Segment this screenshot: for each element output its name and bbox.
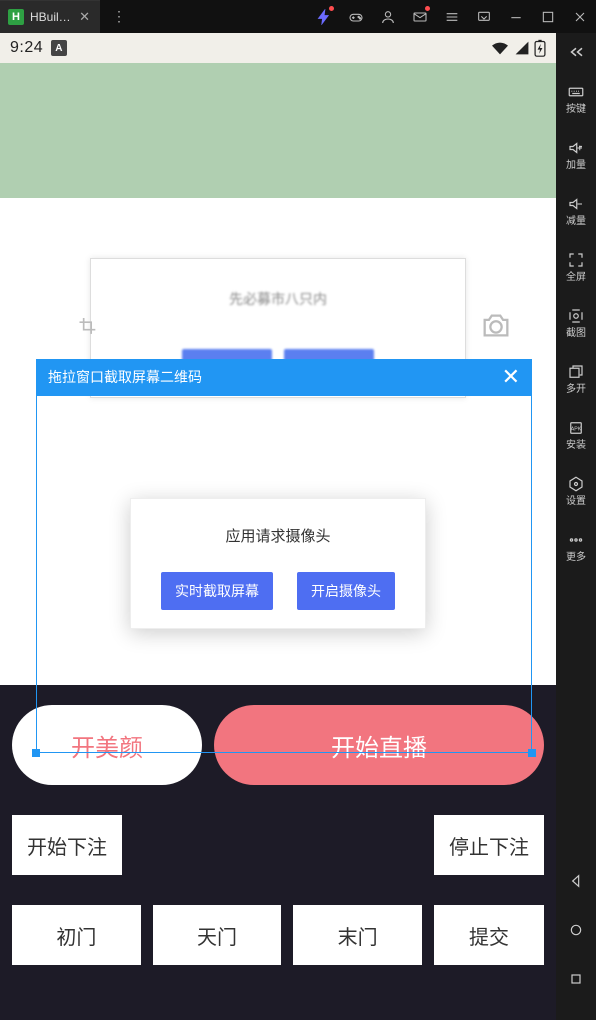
- bolt-icon[interactable]: [308, 0, 340, 33]
- sidepanel-settings[interactable]: 设置: [566, 466, 586, 516]
- list-icon[interactable]: [436, 0, 468, 33]
- android-status-bar: 9:24 A: [0, 33, 556, 63]
- capture-screen-label: 实时截取屏幕: [175, 583, 259, 599]
- device-screen: 9:24 A 先必募市八只内: [0, 33, 556, 1020]
- android-recents-icon[interactable]: [568, 971, 584, 990]
- gate-1-button[interactable]: 初门: [12, 905, 141, 965]
- qr-capture-close-icon[interactable]: ✕: [502, 366, 520, 388]
- bg-card-title: 先必募市八只内: [229, 289, 327, 309]
- sidepanel-label: 加量: [566, 161, 586, 171]
- sidepanel-label: 设置: [566, 497, 586, 507]
- qr-capture-titlebar[interactable]: 拖拉窗口截取屏幕二维码 ✕: [36, 359, 532, 395]
- user-icon[interactable]: [372, 0, 404, 33]
- sidepanel-keymap[interactable]: 按键: [566, 74, 586, 124]
- camera-outline-icon: [479, 309, 513, 348]
- gate-2-label: 天门: [197, 921, 237, 950]
- gate-row: 初门 天门 末门 提交: [12, 905, 544, 965]
- window-tab[interactable]: H HBuil… ✕: [0, 0, 100, 33]
- close-tab-icon[interactable]: ✕: [79, 9, 90, 25]
- emulator-titlebar: H HBuil… ✕ ⋮: [0, 0, 596, 33]
- stop-bet-button[interactable]: 停止下注: [434, 815, 544, 875]
- sidepanel-label: 截图: [566, 329, 586, 339]
- camera-permission-dialog: 应用请求摄像头 实时截取屏幕 开启摄像头: [130, 498, 426, 629]
- dialog-message: 应用请求摄像头: [225, 525, 330, 546]
- sidepanel-volume-up[interactable]: 加量: [566, 130, 586, 180]
- svg-text:APK: APK: [571, 426, 582, 432]
- camera-preview-placeholder: [0, 63, 556, 198]
- gate-2-button[interactable]: 天门: [153, 905, 282, 965]
- resize-handle-br[interactable]: [528, 749, 536, 757]
- sidepanel-multi-instance[interactable]: 多开: [566, 354, 586, 404]
- battery-icon: [534, 39, 546, 57]
- sidepanel-label: 减量: [566, 217, 586, 227]
- start-bet-button[interactable]: 开始下注: [12, 815, 122, 875]
- sidepanel-label: 多开: [566, 385, 586, 395]
- kebab-menu-icon[interactable]: ⋮: [100, 8, 138, 25]
- stop-bet-label: 停止下注: [449, 831, 529, 860]
- android-back-icon[interactable]: [568, 873, 584, 892]
- collapse-panel-icon[interactable]: [567, 45, 585, 62]
- gamepad-icon[interactable]: [340, 0, 372, 33]
- sidepanel-volume-down[interactable]: 减量: [566, 186, 586, 236]
- android-home-icon[interactable]: [568, 922, 584, 941]
- maximize-icon[interactable]: [532, 0, 564, 33]
- bet-row: 开始下注 停止下注: [12, 815, 544, 875]
- status-time: 9:24: [10, 39, 43, 57]
- submit-button[interactable]: 提交: [434, 905, 544, 965]
- capture-screen-button[interactable]: 实时截取屏幕: [161, 572, 273, 610]
- submit-label: 提交: [469, 921, 509, 950]
- hbuilder-icon: H: [8, 9, 24, 25]
- cast-icon[interactable]: [468, 0, 500, 33]
- tab-title: HBuil…: [30, 10, 73, 24]
- qr-capture-title: 拖拉窗口截取屏幕二维码: [48, 367, 202, 387]
- close-window-icon[interactable]: [564, 0, 596, 33]
- minimize-icon[interactable]: [500, 0, 532, 33]
- crop-left-icon: [77, 316, 97, 341]
- status-indicator-a: A: [51, 40, 67, 56]
- sidepanel-label: 更多: [566, 553, 586, 563]
- sidepanel-label: 全屏: [566, 273, 586, 283]
- resize-handle-bl[interactable]: [32, 749, 40, 757]
- open-camera-button[interactable]: 开启摄像头: [297, 572, 395, 610]
- wifi-icon: [490, 40, 510, 56]
- sidepanel-label: 按键: [566, 105, 586, 115]
- mail-icon[interactable]: [404, 0, 436, 33]
- signal-icon: [514, 40, 530, 56]
- emulator-sidepanel: 按键 加量 减量 全屏 截图 多开 APK 安装 设置 更多: [556, 33, 596, 1020]
- sidepanel-screenshot[interactable]: 截图: [566, 298, 586, 348]
- start-bet-label: 开始下注: [27, 831, 107, 860]
- gate-1-label: 初门: [56, 921, 96, 950]
- sidepanel-install-apk[interactable]: APK 安装: [566, 410, 586, 460]
- sidepanel-fullscreen[interactable]: 全屏: [566, 242, 586, 292]
- open-camera-label: 开启摄像头: [311, 583, 381, 599]
- gate-3-label: 末门: [338, 921, 378, 950]
- gate-3-button[interactable]: 末门: [293, 905, 422, 965]
- sidepanel-more[interactable]: 更多: [566, 522, 586, 572]
- sidepanel-label: 安装: [566, 441, 586, 451]
